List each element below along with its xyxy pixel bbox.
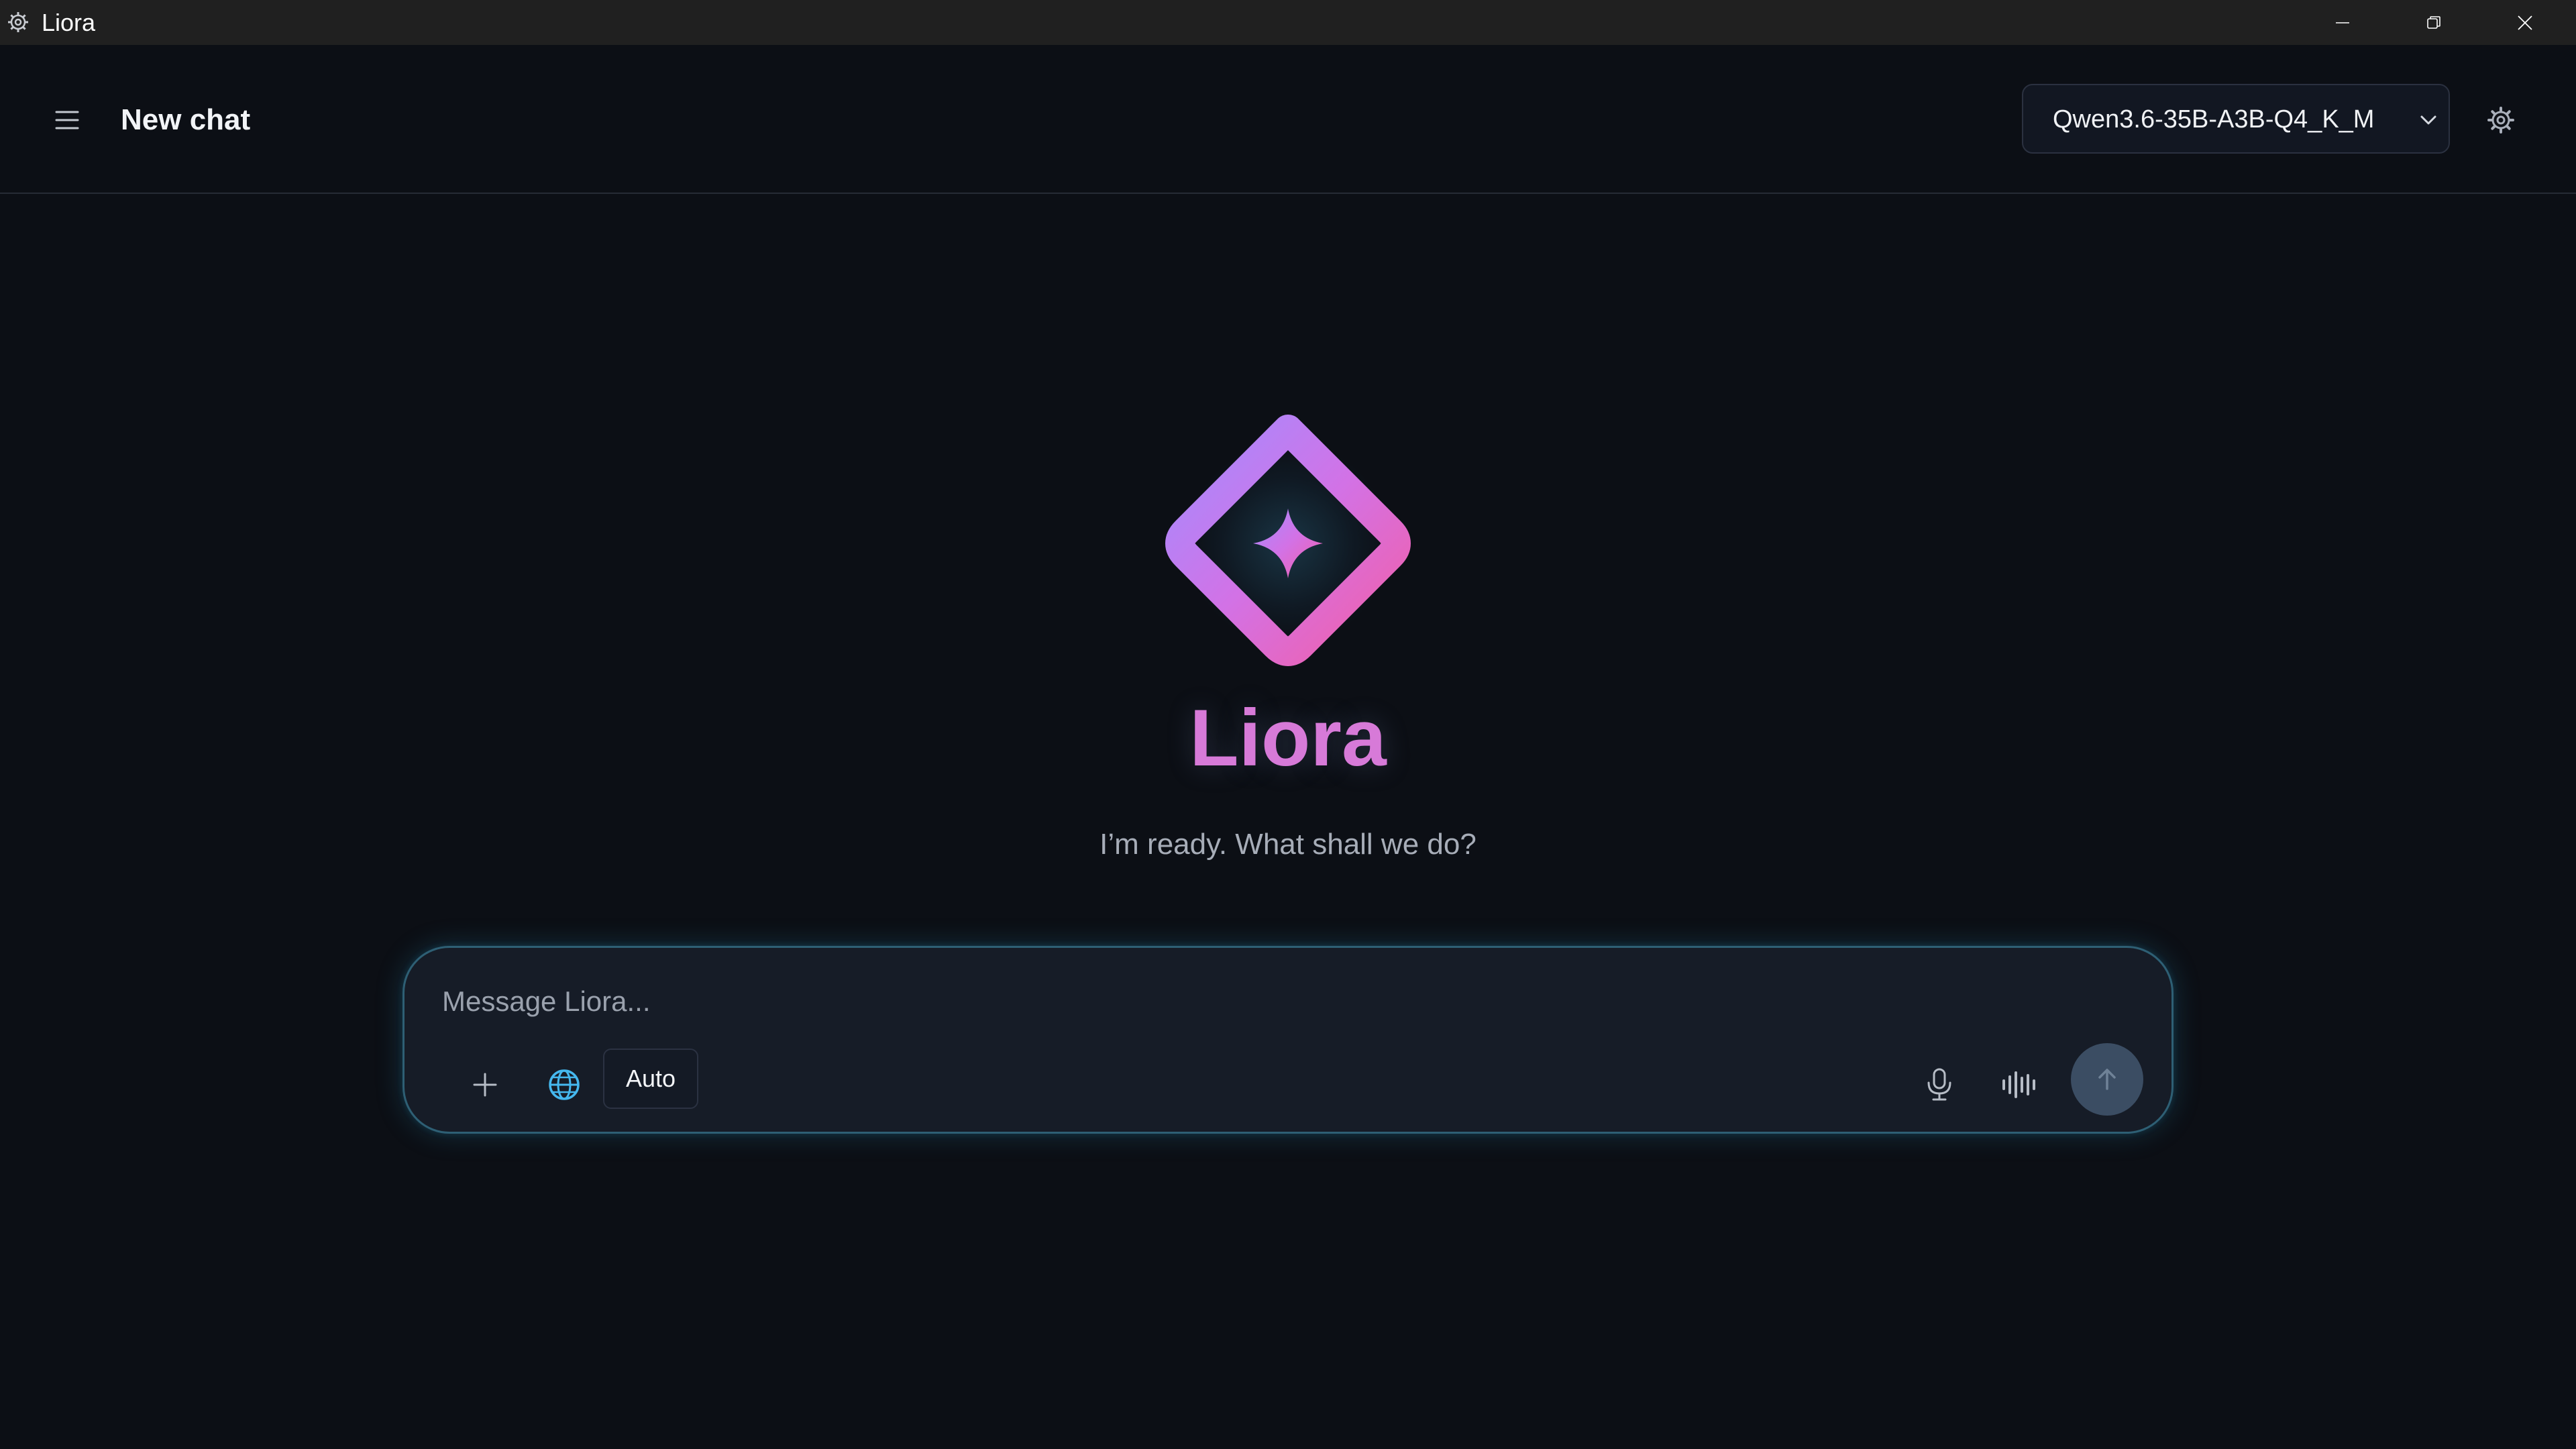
tagline: I’m ready. What shall we do? — [1099, 828, 1477, 861]
chevron-down-icon — [2420, 115, 2436, 125]
microphone-icon — [1927, 1068, 1951, 1101]
message-composer: Auto — [402, 946, 2174, 1134]
app-gear-icon — [8, 12, 28, 32]
menu-button[interactable] — [47, 100, 87, 140]
send-button[interactable] — [2071, 1043, 2143, 1116]
attach-button[interactable] — [457, 1057, 513, 1113]
waveform-icon — [2002, 1071, 2035, 1098]
window-close-button[interactable] — [2479, 0, 2571, 45]
microphone-button[interactable] — [1911, 1057, 1968, 1113]
voice-mode-button[interactable] — [1992, 1057, 2048, 1113]
hamburger-menu-icon — [55, 111, 79, 129]
window-restore-button[interactable] — [2388, 0, 2479, 45]
arrow-up-icon — [2098, 1069, 2116, 1090]
model-select-value: Qwen3.6-35B-A3B-Q4_K_M — [2053, 105, 2375, 133]
restore-icon — [2427, 15, 2440, 29]
diamond-sparkle-logo — [1165, 415, 1411, 666]
window-titlebar: Liora — [0, 0, 2576, 45]
plus-icon — [473, 1073, 497, 1097]
brand-name: Liora — [1189, 693, 1387, 783]
message-input[interactable] — [441, 981, 1984, 1022]
settings-button[interactable] — [2483, 103, 2518, 138]
window-minimize-button[interactable] — [2297, 0, 2388, 45]
mode-button[interactable]: Auto — [603, 1049, 698, 1109]
chat-title: New chat — [121, 103, 251, 136]
model-select[interactable]: Qwen3.6-35B-A3B-Q4_K_M — [2022, 84, 2450, 154]
globe-icon — [549, 1069, 580, 1100]
close-icon — [2518, 15, 2532, 30]
web-search-button[interactable] — [536, 1057, 592, 1113]
brand-logo — [1154, 409, 1422, 678]
app-header: New chat Qwen3.6-35B-A3B-Q4_K_M — [0, 45, 2576, 194]
window-title: Liora — [42, 9, 96, 36]
gear-icon — [2487, 107, 2514, 133]
minimize-icon — [2336, 21, 2349, 23]
